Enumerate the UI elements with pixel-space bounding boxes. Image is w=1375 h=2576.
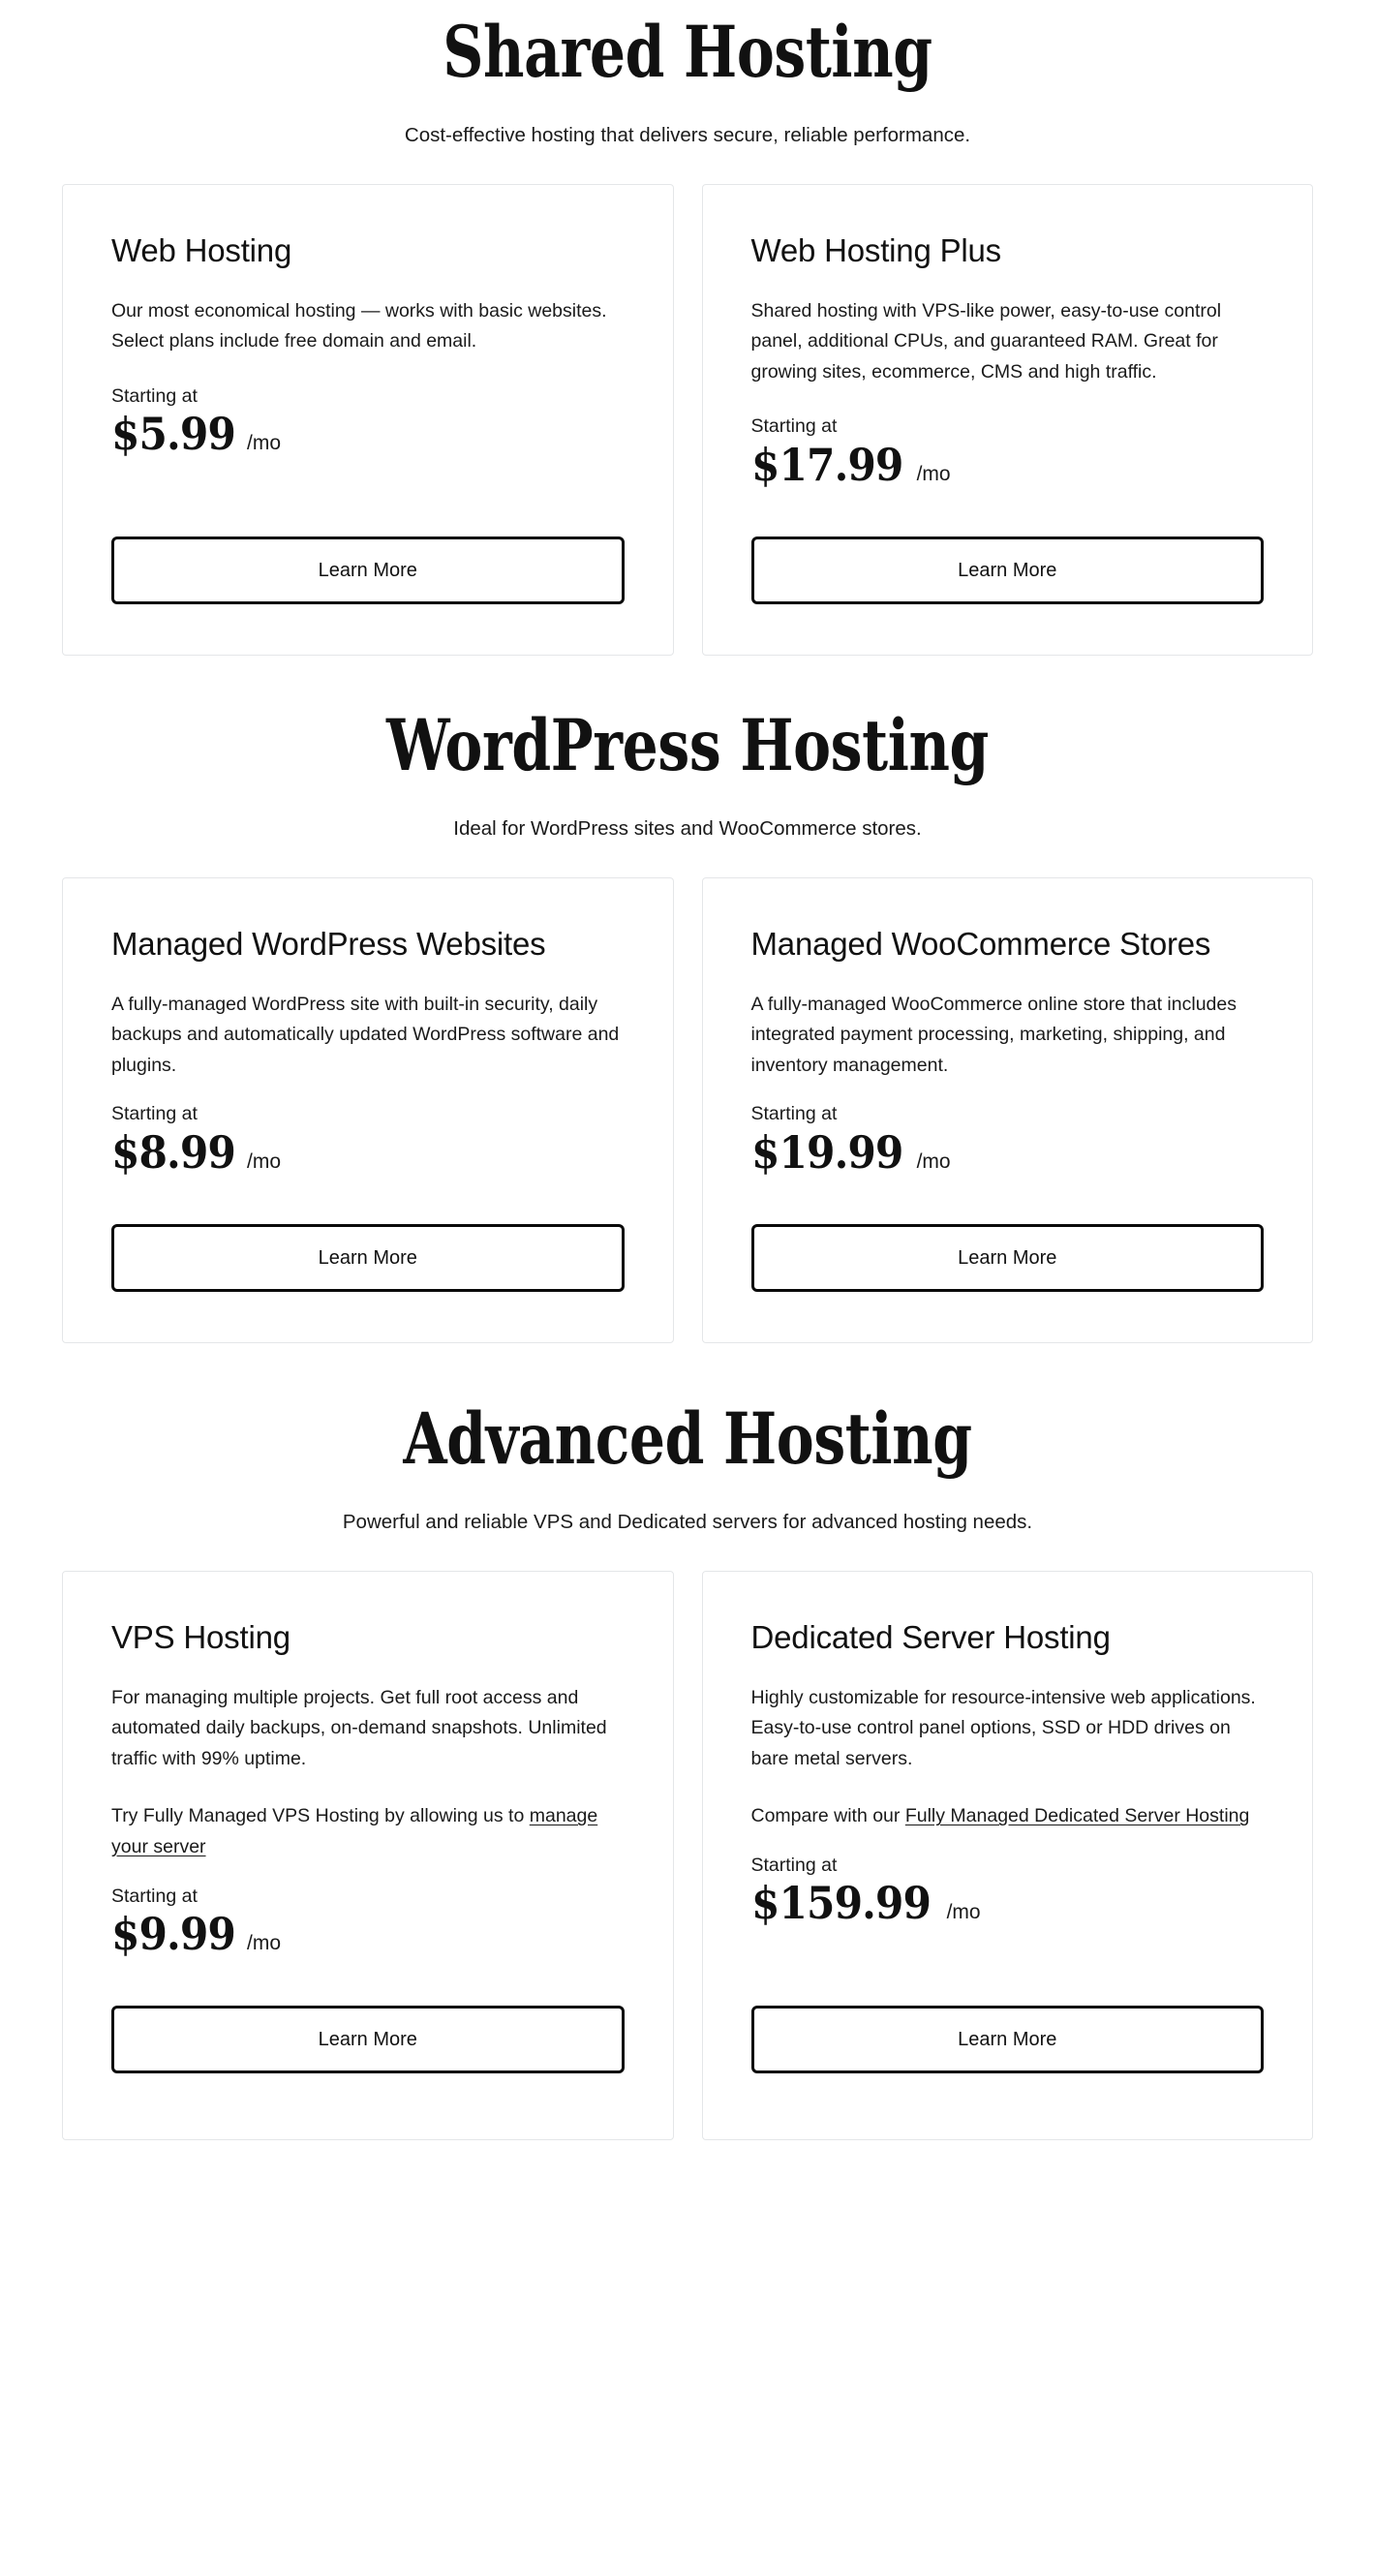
section-advanced-hosting: Advanced Hosting Powerful and reliable V…: [0, 1343, 1375, 2141]
price-period: /mo: [247, 1931, 282, 1954]
card-note-prefix: Compare with our: [750, 1805, 905, 1827]
card-description: A fully-managed WordPress site with buil…: [111, 993, 620, 1076]
card-note: Try Fully Managed VPS Hosting by allowin…: [111, 1801, 625, 1862]
price-block: Starting at $8.99 /mo: [111, 1102, 625, 1176]
price-block: Starting at $9.99 /mo: [111, 1885, 625, 1958]
starting-at-label: Starting at: [111, 1885, 198, 1907]
price-block: Starting at $19.99 /mo: [751, 1102, 1265, 1176]
section-shared-hosting: Shared Hosting Cost-effective hosting th…: [0, 17, 1375, 656]
plan-card-managed-wordpress-websites[interactable]: Managed WordPress Websites A fully-manag…: [62, 876, 674, 1343]
card-grid: Managed WordPress Websites A fully-manag…: [0, 876, 1375, 1343]
plan-card-web-hosting-plus[interactable]: Web Hosting Plus Shared hosting with VPS…: [701, 183, 1313, 656]
starting-at-label: Starting at: [750, 1103, 838, 1125]
learn-more-button[interactable]: Learn More: [750, 1224, 1264, 1292]
price-row: $9.99 /mo: [111, 1907, 625, 1960]
section-header: Shared Hosting Cost-effective hosting th…: [0, 17, 1375, 150]
price-period: /mo: [916, 1150, 951, 1173]
card-description: Our most economical hosting — works with…: [111, 299, 607, 353]
starting-at-label: Starting at: [750, 415, 838, 438]
card-title: Dedicated Server Hosting: [750, 1618, 1111, 1655]
price-period: /mo: [247, 432, 282, 455]
section-subtitle: Ideal for WordPress sites and WooCommerc…: [453, 817, 922, 840]
price-block: Starting at $17.99 /mo: [751, 414, 1265, 488]
hosting-plans-page: Shared Hosting Cost-effective hosting th…: [0, 17, 1375, 2141]
plan-card-dedicated-server-hosting[interactable]: Dedicated Server Hosting Highly customiz…: [701, 1570, 1313, 2141]
card-title: Managed WordPress Websites: [111, 925, 546, 962]
learn-more-button[interactable]: Learn More: [111, 1224, 625, 1292]
section-title: WordPress Hosting: [386, 704, 989, 787]
card-title: Web Hosting: [111, 231, 292, 268]
card-spacer: [111, 457, 625, 504]
card-description: Shared hosting with VPS-like power, easy…: [750, 299, 1222, 383]
card-title: Managed WooCommerce Stores: [750, 925, 1211, 962]
plan-card-vps-hosting[interactable]: VPS Hosting For managing multiple projec…: [62, 1570, 674, 2141]
price-block: Starting at $159.99 /mo: [751, 1854, 1265, 1927]
price-row: $17.99 /mo: [750, 438, 1265, 491]
price-row: $19.99 /mo: [750, 1125, 1265, 1179]
learn-more-button[interactable]: Learn More: [750, 2006, 1264, 2074]
card-grid: VPS Hosting For managing multiple projec…: [0, 1570, 1375, 2141]
card-note: Compare with our Fully Managed Dedicated…: [751, 1801, 1265, 1832]
learn-more-button[interactable]: Learn More: [750, 537, 1264, 604]
price-amount: $17.99: [750, 438, 903, 491]
card-grid: Web Hosting Our most economical hosting …: [0, 183, 1375, 656]
plan-card-managed-woocommerce-stores[interactable]: Managed WooCommerce Stores A fully-manag…: [701, 876, 1313, 1343]
price-row: $159.99 /mo: [750, 1877, 1265, 1930]
section-header: WordPress Hosting Ideal for WordPress si…: [0, 711, 1375, 843]
starting-at-label: Starting at: [111, 384, 198, 407]
card-description: Highly customizable for resource-intensi…: [750, 1686, 1256, 1769]
starting-at-label: Starting at: [750, 1854, 838, 1876]
card-title: VPS Hosting: [111, 1618, 290, 1655]
price-row: $8.99 /mo: [111, 1125, 625, 1179]
price-period: /mo: [247, 1150, 282, 1173]
card-description: A fully-managed WooCommerce online store…: [750, 993, 1237, 1076]
learn-more-button[interactable]: Learn More: [111, 537, 625, 604]
card-note-prefix: Try Fully Managed VPS Hosting by allowin…: [111, 1805, 530, 1827]
section-header: Advanced Hosting Powerful and reliable V…: [0, 1404, 1375, 1537]
price-amount: $5.99: [111, 408, 236, 461]
price-amount: $8.99: [111, 1125, 236, 1179]
plan-card-web-hosting[interactable]: Web Hosting Our most economical hosting …: [62, 183, 674, 656]
price-block: Starting at $5.99 /mo: [111, 384, 625, 458]
card-title: Web Hosting Plus: [750, 231, 1002, 268]
price-period: /mo: [946, 1901, 981, 1924]
section-subtitle: Cost-effective hosting that delivers sec…: [404, 124, 971, 146]
learn-more-button[interactable]: Learn More: [111, 2006, 625, 2074]
price-period: /mo: [916, 462, 951, 485]
starting-at-label: Starting at: [111, 1103, 198, 1125]
price-row: $5.99 /mo: [111, 408, 625, 461]
price-amount: $159.99: [750, 1877, 932, 1930]
fully-managed-dedicated-server-hosting-link[interactable]: Fully Managed Dedicated Server Hosting: [905, 1805, 1250, 1826]
section-subtitle: Powerful and reliable VPS and Dedicated …: [342, 1511, 1033, 1533]
page-title: Shared Hosting: [443, 11, 932, 94]
price-amount: $9.99: [111, 1907, 236, 1960]
section-title: Advanced Hosting: [403, 1397, 972, 1481]
price-amount: $19.99: [750, 1125, 903, 1179]
card-description: For managing multiple projects. Get full…: [111, 1686, 607, 1769]
section-wordpress-hosting: WordPress Hosting Ideal for WordPress si…: [0, 656, 1375, 1343]
card-spacer: [751, 1927, 1265, 1974]
